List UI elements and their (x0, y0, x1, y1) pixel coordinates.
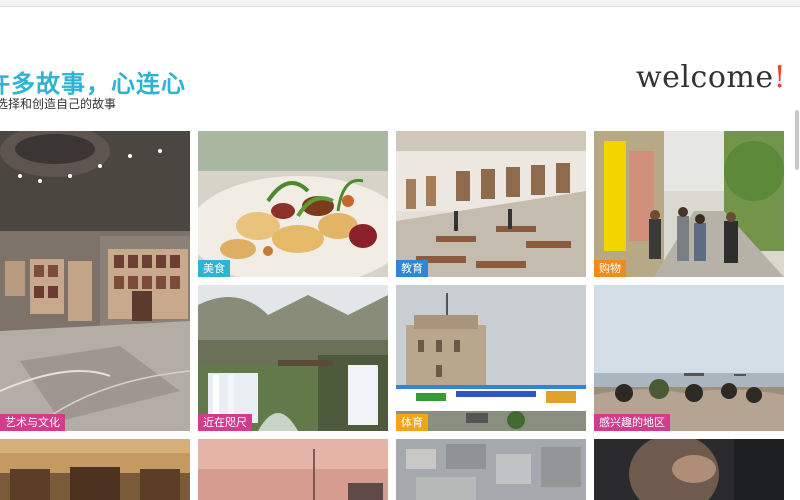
tile-tag: 美食 (198, 260, 230, 277)
city-aerial-photo (396, 439, 586, 500)
portrait-photo (594, 439, 784, 500)
tile-portrait[interactable] (594, 439, 784, 500)
tile-tag: 购物 (594, 260, 626, 277)
tile-sports[interactable]: 体育 (396, 285, 586, 431)
white-tower-photo (396, 285, 586, 431)
shopping-street-photo (594, 131, 784, 277)
tile-tag: 近在咫尺 (198, 414, 252, 431)
tile-sunset[interactable] (198, 439, 388, 500)
tile-nearby[interactable]: 近在咫尺 (198, 285, 388, 431)
page-scrollbar[interactable] (795, 110, 799, 170)
welcome-logo-mark: ! (773, 60, 787, 95)
welcome-logo-text: welcome (636, 60, 774, 95)
sunset-photo (198, 439, 388, 500)
seafront-photo (594, 285, 784, 431)
tile-places-of-interest[interactable]: 感兴趣的地区 (594, 285, 784, 431)
tile-shopping[interactable]: 购物 (594, 131, 784, 277)
school-courtyard-photo (396, 131, 586, 277)
waterfall-photo (198, 285, 388, 431)
tile-food[interactable]: 美食 (198, 131, 388, 277)
tile-education[interactable]: 教育 (396, 131, 586, 277)
tile-tag: 感兴趣的地区 (594, 414, 670, 431)
tile-arts-culture[interactable]: 艺术与文化 (0, 131, 190, 431)
page-subheadline: 选择和创造自己的故事 (0, 97, 117, 111)
tile-tag: 教育 (396, 260, 428, 277)
tile-city-aerial[interactable] (396, 439, 586, 500)
food-photo (198, 131, 388, 277)
welcome-logo[interactable]: welcome! (636, 60, 786, 95)
tile-tag: 艺术与文化 (0, 414, 65, 431)
ballroom-photo (0, 439, 190, 500)
page-headline: 许多故事，心连心 (0, 70, 186, 98)
tile-tag: 体育 (396, 414, 428, 431)
tile-ballroom[interactable] (0, 439, 190, 500)
browser-top-strip (0, 0, 800, 7)
museum-hall-photo (0, 131, 190, 431)
